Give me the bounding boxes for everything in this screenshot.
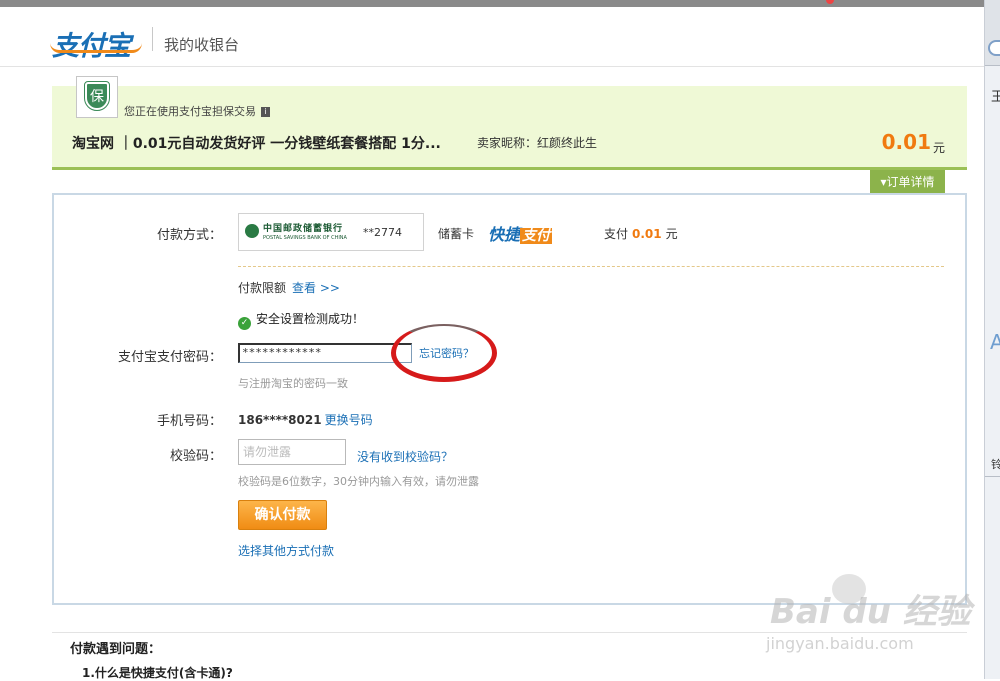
pay-amount-line: 支付 0.01 元 [604, 225, 678, 242]
security-check-text: 安全设置检测成功！ [256, 312, 365, 326]
payment-limit: 付款限额 查看 >> [238, 279, 340, 296]
bank-card-selector[interactable]: 中国邮政储蓄银行 POSTAL SAVINGS BANK OF CHINA **… [238, 213, 424, 251]
forgot-password-link[interactable]: 忘记密码？ [419, 345, 474, 361]
other-payment-method-link[interactable]: 选择其他方式付款 [238, 542, 334, 559]
confirm-payment-button[interactable]: 确认付款 [238, 500, 327, 530]
quick-pay-logo: 快捷 支付 [488, 221, 553, 245]
side-panel: 王 A 铃 [984, 0, 1000, 679]
help-title: 付款遇到问题： [70, 642, 162, 657]
header-divider [152, 27, 153, 51]
browser-indicator-icon [826, 0, 834, 4]
guarantee-text: 您正在使用支付宝担保交易 [124, 105, 256, 118]
no-code-link[interactable]: 没有收到校验码？ [357, 448, 453, 465]
view-limit-link[interactable]: 查看 >> [292, 281, 340, 295]
bank-name-cn: 中国邮政储蓄银行 [263, 224, 344, 234]
change-number-link[interactable]: 更换号码 [325, 413, 373, 427]
card-number: **2774 [363, 226, 402, 239]
password-hint: 与注册淘宝的密码一致 [238, 377, 348, 390]
security-check-status: ✓ 安全设置检测成功！ [238, 310, 364, 330]
pay-prefix: 支付 [604, 227, 629, 241]
code-hint: 校验码是6位数字，30分钟内输入有效，请勿泄露 [238, 475, 479, 488]
page-header: 支付宝 我的收银台 [0, 7, 984, 67]
order-amount: 0.01 [881, 130, 931, 154]
bank-name-en: POSTAL SAVINGS BANK OF CHINA [263, 235, 347, 241]
guarantee-notice: 您正在使用支付宝担保交易 i [124, 103, 270, 119]
side-panel-ie-icon[interactable] [988, 40, 1000, 56]
payment-method-label: 付款方式： [156, 228, 222, 243]
watermark-brand: Bai du 经验 [770, 592, 971, 632]
password-input[interactable]: ************ [238, 343, 412, 363]
phone-number: 186****8021 [238, 413, 322, 427]
info-icon[interactable]: i [261, 107, 270, 117]
guarantee-shield-icon: 保 [76, 76, 118, 118]
side-panel-divider [985, 476, 1000, 477]
help-question[interactable]: 1.什么是快捷支付(含卡通)? [82, 664, 233, 681]
order-title: 淘宝网 ｜0.01元自动发货好评 一分钱壁纸套餐搭配 1分... [72, 136, 441, 152]
order-details-button[interactable]: ▾订单详情 [870, 170, 945, 194]
seller-nickname: 卖家昵称：红颜终此生 [477, 136, 598, 150]
side-panel-text-3: 铃 [991, 458, 1000, 471]
code-label: 校验码： [169, 449, 222, 464]
phone-label: 手机号码： [156, 414, 222, 429]
order-currency: 元 [932, 141, 945, 155]
side-panel-header [985, 0, 1000, 66]
check-icon: ✓ [238, 317, 251, 330]
card-type: 储蓄卡 [438, 227, 475, 241]
quick-pay-text-a: 快捷 [488, 225, 521, 244]
quick-pay-text-b: 支付 [520, 228, 553, 244]
payment-panel: 付款方式： 中国邮政储蓄银行 POSTAL SAVINGS BANK OF CH… [52, 193, 967, 605]
verification-code-input[interactable]: 请勿泄露 [238, 439, 346, 465]
browser-top-bar [0, 0, 984, 7]
page-title: 我的收银台 [164, 36, 240, 54]
pay-amount: 0.01 [632, 227, 662, 241]
postal-bank-logo-icon [245, 224, 259, 238]
side-panel-text-1: 王 [991, 90, 1000, 105]
phone-line: 186****8021 更换号码 [238, 411, 373, 428]
password-label: 支付宝支付密码： [117, 350, 222, 365]
pay-unit: 元 [665, 227, 678, 241]
alipay-logo-swoosh-icon [50, 43, 142, 53]
watermark-url: jingyan.baidu.com [766, 634, 914, 653]
limit-label: 付款限额 [238, 281, 287, 295]
dashed-divider [238, 266, 944, 267]
order-summary: 保 您正在使用支付宝担保交易 i 淘宝网 ｜0.01元自动发货好评 一分钱壁纸套餐… [52, 76, 967, 170]
side-panel-text-2: A [990, 330, 1000, 354]
